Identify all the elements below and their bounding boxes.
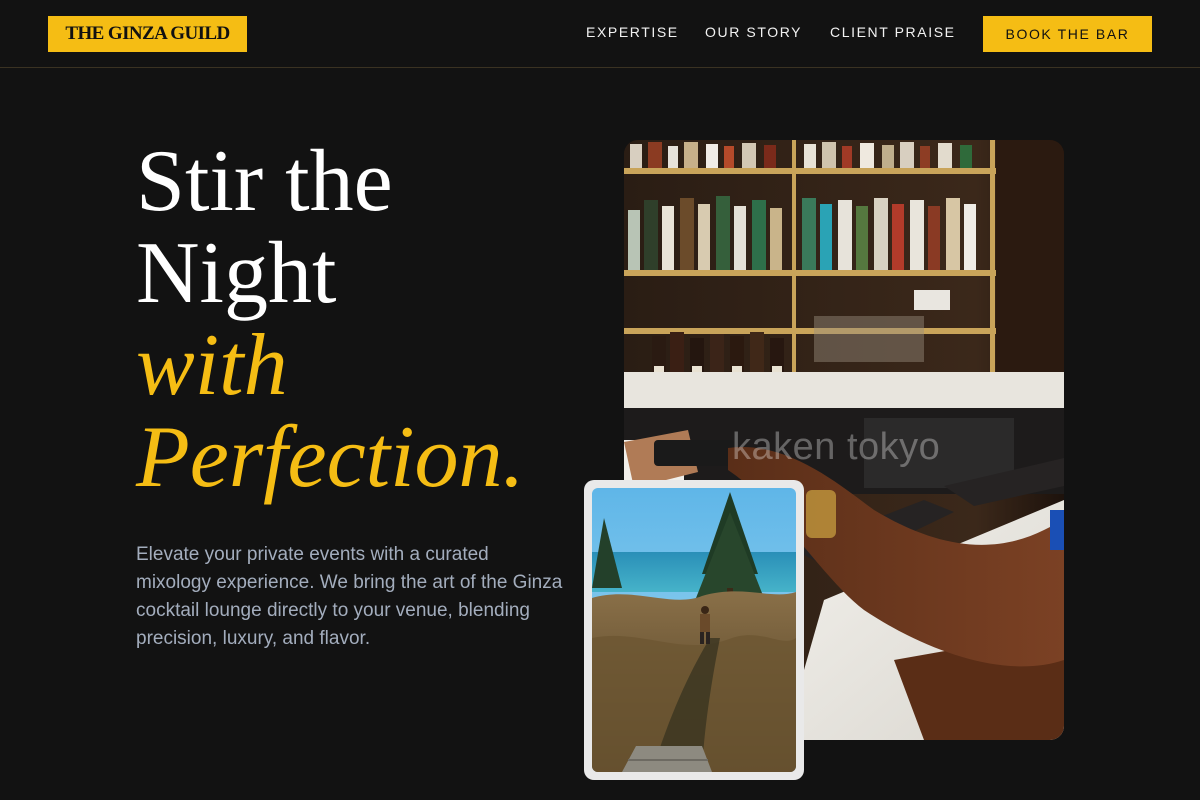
nav-link-client-praise[interactable]: CLIENT PRAISE bbox=[830, 24, 956, 40]
coastal-landscape-photo bbox=[592, 488, 796, 772]
coastal-scene-illustration bbox=[592, 488, 796, 772]
brand-logo[interactable]: THE GINZA GUILD bbox=[48, 16, 247, 52]
headline-line-2: Night bbox=[136, 225, 337, 322]
headline-line-1: Stir the bbox=[136, 133, 393, 230]
hero-description: Elevate your private events with a curat… bbox=[136, 544, 563, 649]
headline-line-3: with bbox=[136, 317, 288, 414]
coastal-landscape-card bbox=[584, 480, 804, 780]
nav-link-expertise[interactable]: EXPERTISE bbox=[586, 24, 679, 40]
site-header: THE GINZA GUILD EXPERTISE OUR STORY CLIE… bbox=[0, 0, 1200, 68]
headline-line-4: Perfection. bbox=[136, 409, 525, 506]
photo-watermark: kaken tokyo bbox=[732, 426, 941, 468]
nav-link-our-story[interactable]: OUR STORY bbox=[705, 24, 802, 40]
book-the-bar-button[interactable]: BOOK THE BAR bbox=[983, 16, 1152, 52]
hero-headline: Stir the Night with Perfection. bbox=[136, 136, 596, 504]
